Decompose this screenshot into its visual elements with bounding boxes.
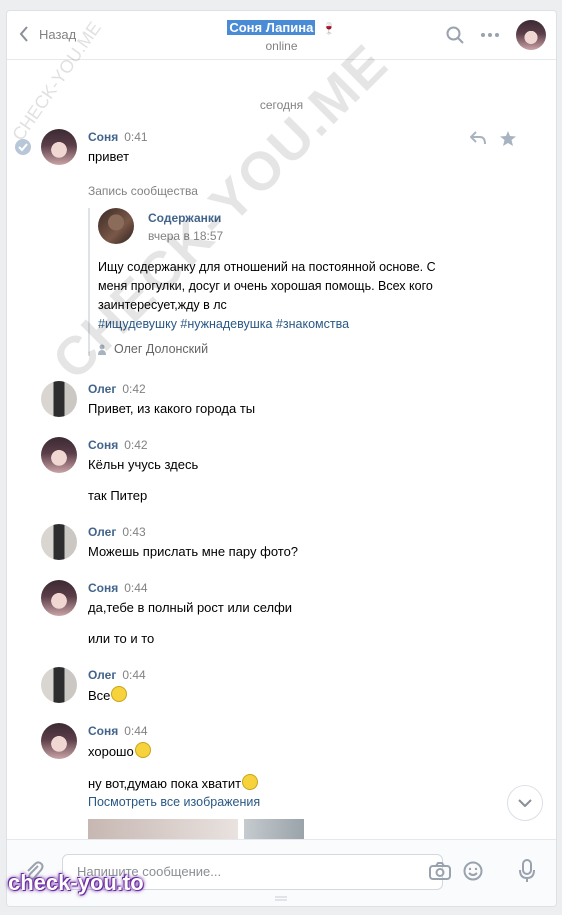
flushed-emoji-icon xyxy=(242,774,259,790)
message-time: 0:43 xyxy=(122,525,146,539)
wine-glass-icon: 🍷 xyxy=(321,23,336,35)
message-text: Все xyxy=(88,688,111,703)
search-icon[interactable] xyxy=(446,26,464,44)
watermark-logo: check-you.to xyxy=(8,870,144,895)
avatar[interactable] xyxy=(41,580,77,616)
avatar[interactable] xyxy=(41,667,77,703)
group-avatar[interactable] xyxy=(98,208,134,244)
message-author[interactable]: Олег xyxy=(88,525,116,539)
smile-icon[interactable] xyxy=(463,861,483,881)
message-time: 0:42 xyxy=(122,382,146,396)
peer-name[interactable]: Соня Лапина xyxy=(227,20,316,35)
message-author[interactable]: Олег xyxy=(88,668,116,682)
camera-icon[interactable] xyxy=(429,862,451,880)
resize-handle-icon[interactable] xyxy=(275,896,287,901)
message-text: да,тебе в полный рост или селфи xyxy=(88,600,293,615)
message-time: 0:44 xyxy=(124,724,148,738)
chat-window: Назад Соня Лапина 🍷 online сегодня Соня 0… xyxy=(6,10,557,907)
message-time: 0:44 xyxy=(122,668,146,682)
message-author[interactable]: Соня xyxy=(88,130,118,144)
avatar[interactable] xyxy=(41,723,77,759)
message-author[interactable]: Соня xyxy=(88,724,118,738)
message-text: Привет, из какого города ты xyxy=(88,401,256,416)
header-actions xyxy=(430,20,546,50)
message-text-row: ну вот,думаю пока хватит xyxy=(88,774,488,793)
message-author[interactable]: Соня xyxy=(88,438,118,452)
avatar[interactable] xyxy=(41,381,77,417)
post-signer[interactable]: Олег Долонский xyxy=(98,342,463,356)
grinning-sweat-emoji-icon xyxy=(134,742,151,758)
message-text: Можешь прислать мне пару фото? xyxy=(88,544,299,559)
scroll-down-button[interactable] xyxy=(507,785,543,821)
avatar[interactable] xyxy=(41,524,77,560)
message-time: 0:41 xyxy=(124,130,148,144)
message-text-row: хорошо xyxy=(88,742,488,761)
message-text: хорошо xyxy=(88,744,134,759)
more-icon[interactable] xyxy=(480,32,500,38)
message-text: или то и то xyxy=(88,631,155,646)
microphone-icon[interactable] xyxy=(519,859,535,883)
message-author[interactable]: Соня xyxy=(88,581,118,595)
message-text: Кёльн учусь здесь xyxy=(88,457,199,472)
message-time: 0:42 xyxy=(124,438,148,452)
message-time: 0:44 xyxy=(124,581,148,595)
view-all-images-link[interactable]: Посмотреть все изображения xyxy=(88,795,488,809)
peer-avatar[interactable] xyxy=(516,20,546,50)
message-text: ну вот,думаю пока хватит xyxy=(88,776,242,791)
chevron-down-icon xyxy=(518,799,532,807)
avatar[interactable] xyxy=(41,129,77,165)
avatar[interactable] xyxy=(41,437,77,473)
laughing-emoji-icon xyxy=(111,686,128,702)
message-text-row: Все xyxy=(88,686,488,705)
message-text: так Питер xyxy=(88,488,148,503)
star-icon[interactable] xyxy=(500,131,516,146)
